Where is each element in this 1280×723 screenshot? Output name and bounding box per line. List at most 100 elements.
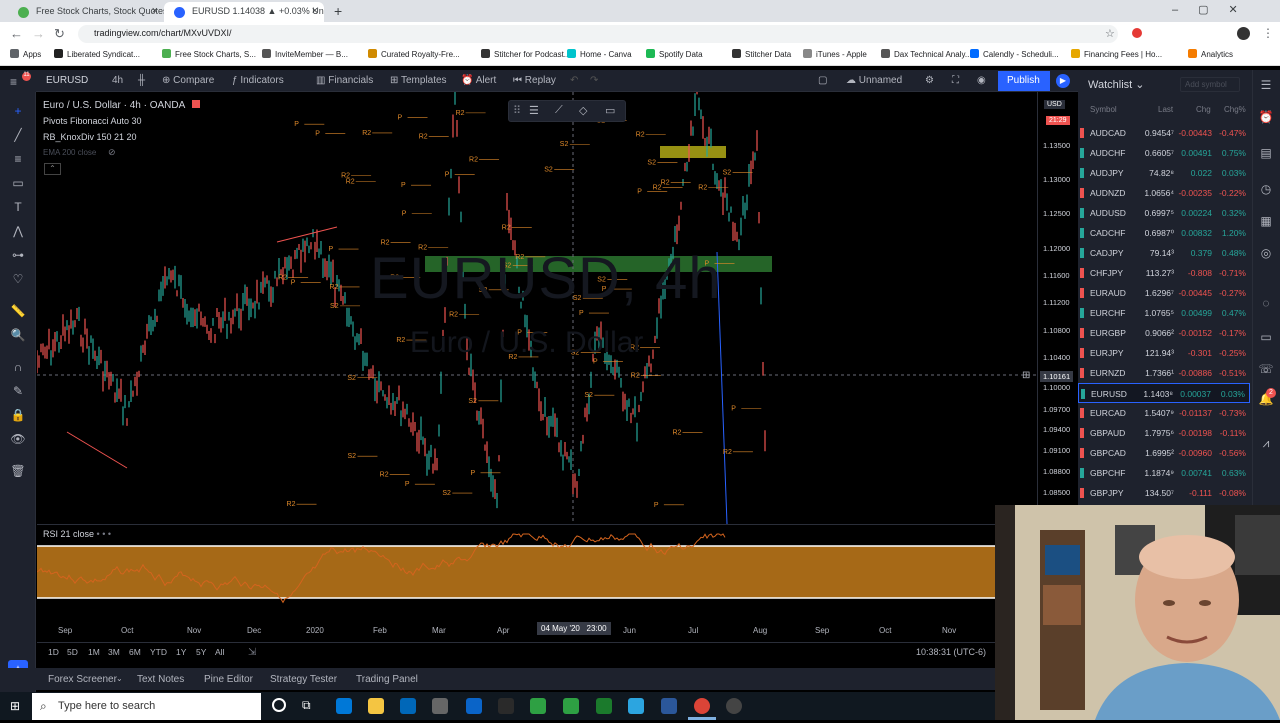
layout-icon[interactable]: ▢ [818, 75, 827, 86]
notifications-icon[interactable]: ☏ [1258, 362, 1274, 376]
watchlist-row[interactable]: CADCHF 0.6987⁰ 0.00832 1.20% [1078, 223, 1250, 243]
add-symbol-input[interactable]: Add symbol [1180, 77, 1240, 92]
bookmark-item[interactable]: Curated Royalty-Fre... [368, 49, 460, 59]
bookmark-star-icon[interactable]: ☆ [1105, 27, 1115, 40]
browser-tab-active[interactable]: EURUSD 1.14038 ▲ +0.03% Unn × [164, 2, 324, 22]
rsi-pane[interactable] [36, 526, 995, 620]
range-button[interactable]: 1M [88, 647, 100, 657]
replay-button[interactable]: ⏮ Replay [513, 75, 556, 86]
taskbar-search[interactable]: Type here to search [32, 693, 261, 720]
watchlist-row[interactable]: EURJPY 121.94³ -0.301 -0.25% [1078, 343, 1250, 363]
watchlist-row[interactable]: CADJPY 79.14³ 0.379 0.48% [1078, 243, 1250, 263]
telegram-icon[interactable] [628, 698, 644, 714]
data-window-icon[interactable]: ▤ [1258, 146, 1274, 160]
cortana-icon[interactable] [272, 698, 286, 712]
bookmark-item[interactable]: Free Stock Charts, S... [162, 49, 256, 59]
col-last[interactable]: Last [1158, 105, 1173, 114]
bottom-tab[interactable]: Trading Panel [356, 674, 418, 685]
interval-selector[interactable]: 4h [112, 75, 123, 86]
windows-start-icon[interactable]: ⊞ [10, 699, 23, 713]
range-button[interactable]: 5D [67, 647, 78, 657]
bookmark-item[interactable]: iTunes - Apple [803, 49, 867, 59]
col-symbol[interactable]: Symbol [1090, 105, 1117, 114]
line-style-icon[interactable]: ☰ [529, 104, 539, 117]
range-button[interactable]: YTD [150, 647, 167, 657]
layout-name[interactable]: ☁ Unnamed [846, 75, 902, 86]
bottom-tab[interactable]: Strategy Tester [270, 674, 337, 685]
bookmark-item[interactable]: InviteMember — B... [262, 49, 348, 59]
app-icon[interactable] [432, 698, 448, 714]
streams-icon[interactable]: ◌ [1258, 296, 1274, 310]
bookmark-item[interactable]: Stitcher for Podcast... [481, 49, 570, 59]
lock-drawing-icon[interactable]: ✎ [10, 384, 26, 398]
add-alert-plus-icon[interactable]: ⊞ [1022, 370, 1034, 382]
watchlist-row[interactable]: GBPCAD 1.6995² -0.00960 -0.56% [1078, 443, 1250, 463]
range-button[interactable]: 3M [108, 647, 120, 657]
magnet-icon[interactable]: ∩ [10, 360, 26, 374]
financials-button[interactable]: ▥ Financials [316, 75, 373, 86]
calendar-icon[interactable]: ▦ [1258, 214, 1274, 228]
chat-icon[interactable]: ▭ [1258, 330, 1274, 344]
watchlist-title[interactable]: Watchlist ⌄ [1088, 78, 1145, 91]
watchlist-icon[interactable]: ☰ [1258, 78, 1274, 92]
zoom-icon[interactable]: 🔍 [10, 328, 26, 342]
chrome-icon[interactable] [694, 698, 710, 714]
crosshair-icon[interactable]: + [10, 104, 26, 118]
hamburger-icon[interactable]: ≡ [10, 75, 17, 89]
watchlist-row[interactable]: GBPAUD 1.7975⁶ -0.00198 -0.11% [1078, 423, 1250, 443]
watchlist-row[interactable]: AUDJPY 74.82⁸ 0.022 0.03% [1078, 163, 1250, 183]
eye-icon[interactable]: 👁 [10, 432, 26, 446]
watchlist-row[interactable]: EURNZD 1.7366¹ -0.00886 -0.51% [1078, 363, 1250, 383]
profile-avatar[interactable] [1237, 27, 1250, 40]
forward-icon[interactable]: → [32, 26, 45, 41]
bottom-tab[interactable]: Forex Screener [48, 674, 117, 685]
main-menu[interactable]: ≡ 11 [0, 70, 36, 92]
bottom-tab[interactable]: Text Notes [137, 674, 184, 685]
watchlist-row[interactable]: EURCHF 1.0765⁵ 0.00499 0.47% [1078, 303, 1250, 323]
range-button[interactable]: 1D [48, 647, 59, 657]
bookmark-item[interactable]: Liberated Syndicat... [54, 49, 140, 59]
app-icon[interactable] [530, 698, 546, 714]
lock-icon[interactable]: 🔒 [10, 408, 26, 422]
prediction-icon[interactable]: ⊶ [10, 248, 26, 262]
browser-tab[interactable]: Free Stock Charts, Stock Quotes a × [8, 2, 164, 22]
settings-gear-icon[interactable]: ⚙ [925, 75, 934, 86]
range-button[interactable]: 1Y [176, 647, 186, 657]
watchlist-row[interactable]: GBPJPY 134.50⁷ -0.111 -0.08% [1078, 483, 1250, 503]
file-explorer-icon[interactable] [368, 698, 384, 714]
alerts-icon[interactable]: ⏰ [1258, 110, 1274, 124]
calendar-icon[interactable]: ⇲ [248, 647, 256, 658]
bookmark-item[interactable]: Calendly - Scheduli... [970, 49, 1059, 59]
redo-icon[interactable]: ↷ [590, 75, 598, 86]
rect-select-icon[interactable]: ▭ [605, 104, 615, 117]
app-icon[interactable] [563, 698, 579, 714]
fib-icon[interactable]: ≡ [10, 152, 26, 166]
watchlist-row[interactable]: AUDUSD 0.6997⁵ 0.00224 0.32% [1078, 203, 1250, 223]
indicators-button[interactable]: ƒ Indicators [232, 75, 284, 86]
bookmark-item[interactable]: Spotify Data [646, 49, 703, 59]
brush-icon[interactable]: ⟋ [555, 104, 563, 117]
watchlist-row[interactable]: GBPCHF 1.1874⁹ 0.00741 0.63% [1078, 463, 1250, 483]
bookmark-item[interactable]: Analytics [1188, 49, 1233, 59]
indicator-legend-hidden[interactable]: EMA 200 close [43, 148, 96, 157]
templates-button[interactable]: ⊞ Templates [390, 75, 447, 86]
compare-button[interactable]: ⊕ Compare [162, 75, 214, 86]
window-controls[interactable]: –▢✕ [1172, 3, 1258, 16]
bookmark-item[interactable]: Dax Technical Analy... [881, 49, 972, 59]
ruler-icon[interactable]: 📏 [10, 304, 26, 318]
store-icon[interactable] [400, 698, 416, 714]
reload-icon[interactable]: ↻ [54, 26, 65, 42]
heart-icon[interactable]: ♡ [10, 272, 26, 286]
outlook-icon[interactable] [466, 698, 482, 714]
app-icon[interactable] [498, 698, 514, 714]
bookmark-item[interactable]: Financing Fees | Ho... [1071, 49, 1162, 59]
pattern-icon[interactable]: ⋀ [10, 224, 26, 238]
camera-icon[interactable]: ◉ [977, 75, 986, 86]
watchlist-row[interactable]: EURCAD 1.5407⁹ -0.01137 -0.73% [1078, 403, 1250, 423]
watchlist-row[interactable]: AUDCAD 0.9454⁷ -0.00443 -0.47% [1078, 123, 1250, 143]
watchlist-row[interactable]: AUDNZD 1.0656⁴ -0.00235 -0.22% [1078, 183, 1250, 203]
watchlist-row[interactable]: EURGBP 0.9066² -0.00152 -0.17% [1078, 323, 1250, 343]
alert-button[interactable]: ⏰ Alert [461, 75, 496, 86]
publish-button[interactable]: Publish [998, 71, 1050, 91]
new-tab-icon[interactable]: + [334, 3, 342, 19]
